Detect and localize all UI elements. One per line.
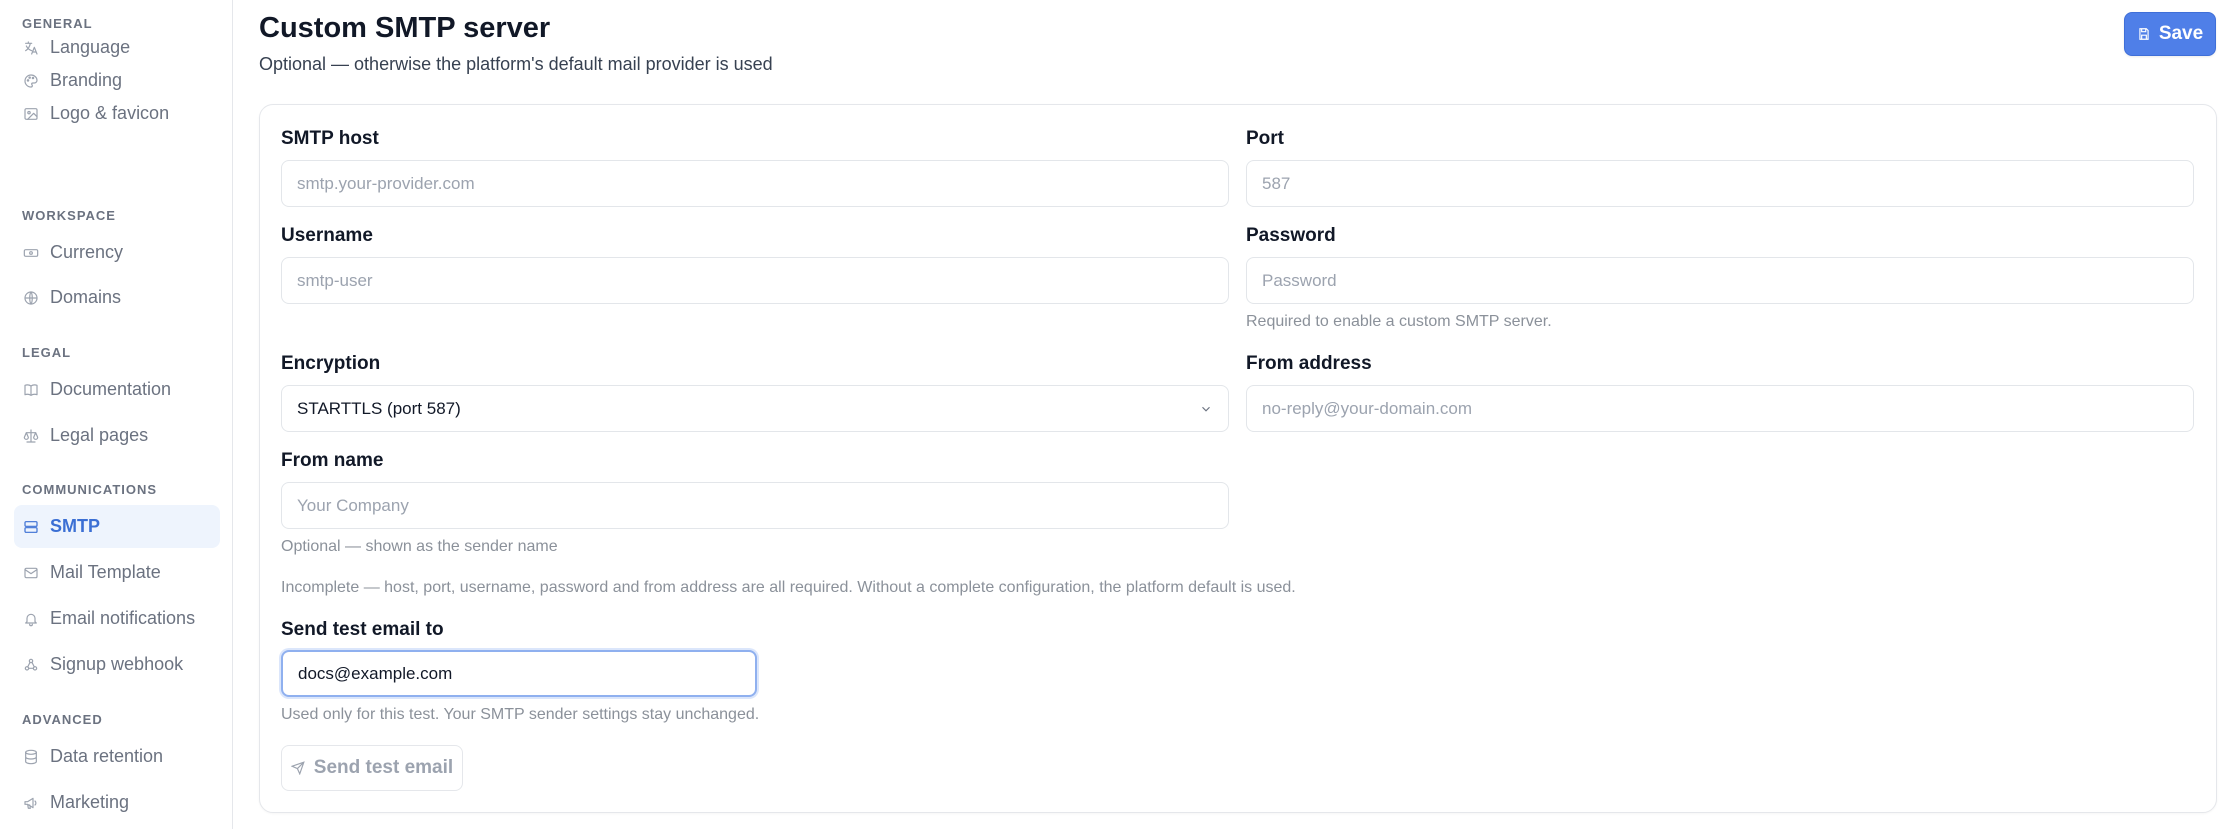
sidebar-item-currency[interactable]: Currency xyxy=(14,231,220,274)
sidebar-item-marketing[interactable]: Marketing xyxy=(14,781,220,824)
bell-icon xyxy=(22,610,40,628)
encryption-selected-value: STARTTLS (port 587) xyxy=(297,398,461,418)
from-name-input[interactable] xyxy=(281,482,1229,529)
sidebar-item-smtp[interactable]: SMTP xyxy=(14,505,220,548)
sidebar-item-legal-pages[interactable]: Legal pages xyxy=(14,414,220,457)
password-help: Required to enable a custom SMTP server. xyxy=(1246,313,1552,330)
sidebar-item-label: Legal pages xyxy=(50,425,149,445)
smtp-host-input[interactable] xyxy=(281,160,1229,207)
settings-sidebar: GENERAL Language Branding Logo & favicon… xyxy=(0,0,233,829)
username-label: Username xyxy=(281,225,373,246)
sidebar-item-label: Domains xyxy=(50,287,122,307)
sidebar-item-label: Documentation xyxy=(50,379,172,399)
sidebar-item-label: Logo & favicon xyxy=(50,103,170,123)
save-button[interactable]: Save xyxy=(2124,12,2216,56)
language-icon xyxy=(22,39,40,57)
section-title-communications: COMMUNICATIONS xyxy=(22,482,158,497)
sidebar-item-email-notifications[interactable]: Email notifications xyxy=(14,597,220,640)
from-address-input[interactable] xyxy=(1246,385,2194,432)
test-email-label: Send test email to xyxy=(281,619,444,640)
username-input[interactable] xyxy=(281,257,1229,304)
config-status-note: Incomplete — host, port, username, passw… xyxy=(281,579,1296,596)
from-name-label: From name xyxy=(281,450,384,471)
section-title-advanced: ADVANCED xyxy=(22,712,103,727)
from-name-help: Optional — shown as the sender name xyxy=(281,538,558,555)
sidebar-item-domains[interactable]: Domains xyxy=(14,276,220,319)
port-input[interactable] xyxy=(1246,160,2194,207)
port-label: Port xyxy=(1246,128,1284,149)
server-icon xyxy=(22,518,40,536)
palette-icon xyxy=(22,72,40,90)
chevron-down-icon xyxy=(1199,402,1213,416)
sidebar-item-label: Branding xyxy=(50,70,123,90)
sidebar-item-mail-template[interactable]: Mail Template xyxy=(14,551,220,594)
sidebar-item-label: Currency xyxy=(50,242,124,262)
sidebar-item-data-retention[interactable]: Data retention xyxy=(14,735,220,778)
from-address-label: From address xyxy=(1246,353,1372,374)
sidebar-item-logo-favicon[interactable]: Logo & favicon xyxy=(14,92,220,135)
save-icon xyxy=(2137,27,2151,41)
webhook-icon xyxy=(22,656,40,674)
sidebar-item-label: Email notifications xyxy=(50,608,196,628)
book-icon xyxy=(22,381,40,399)
test-email-help: Used only for this test. Your SMTP sende… xyxy=(281,706,760,723)
page-subtitle: Optional — otherwise the platform's defa… xyxy=(259,54,773,74)
send-test-email-label: Send test email xyxy=(313,757,454,778)
encryption-select[interactable]: STARTTLS (port 587) xyxy=(281,385,1229,432)
encryption-label: Encryption xyxy=(281,353,381,374)
page-title: Custom SMTP server xyxy=(259,12,551,44)
send-icon xyxy=(290,761,305,775)
sidebar-item-label: Mail Template xyxy=(50,562,161,582)
password-label: Password xyxy=(1246,225,1336,246)
sidebar-item-label: Language xyxy=(50,37,131,57)
banknote-icon xyxy=(22,244,40,262)
scale-icon xyxy=(22,427,40,445)
image-icon xyxy=(22,105,40,123)
sidebar-item-documentation[interactable]: Documentation xyxy=(14,368,220,411)
send-test-email-button[interactable]: Send test email xyxy=(281,745,463,791)
megaphone-icon xyxy=(22,794,40,812)
sidebar-item-label: Signup webhook xyxy=(50,654,184,674)
sidebar-item-label: SMTP xyxy=(50,516,101,536)
sidebar-item-label: Marketing xyxy=(50,792,130,812)
sidebar-item-signup-webhook[interactable]: Signup webhook xyxy=(14,643,220,686)
section-title-legal: LEGAL xyxy=(22,345,72,360)
save-button-label: Save xyxy=(2158,23,2204,44)
sidebar-item-label: Data retention xyxy=(50,746,164,766)
mail-icon xyxy=(22,564,40,582)
test-email-input[interactable] xyxy=(281,650,757,697)
smtp-host-label: SMTP host xyxy=(281,128,379,149)
password-input[interactable] xyxy=(1246,257,2194,304)
database-icon xyxy=(22,748,40,766)
globe-icon xyxy=(22,289,40,307)
section-title-workspace: WORKSPACE xyxy=(22,208,116,223)
